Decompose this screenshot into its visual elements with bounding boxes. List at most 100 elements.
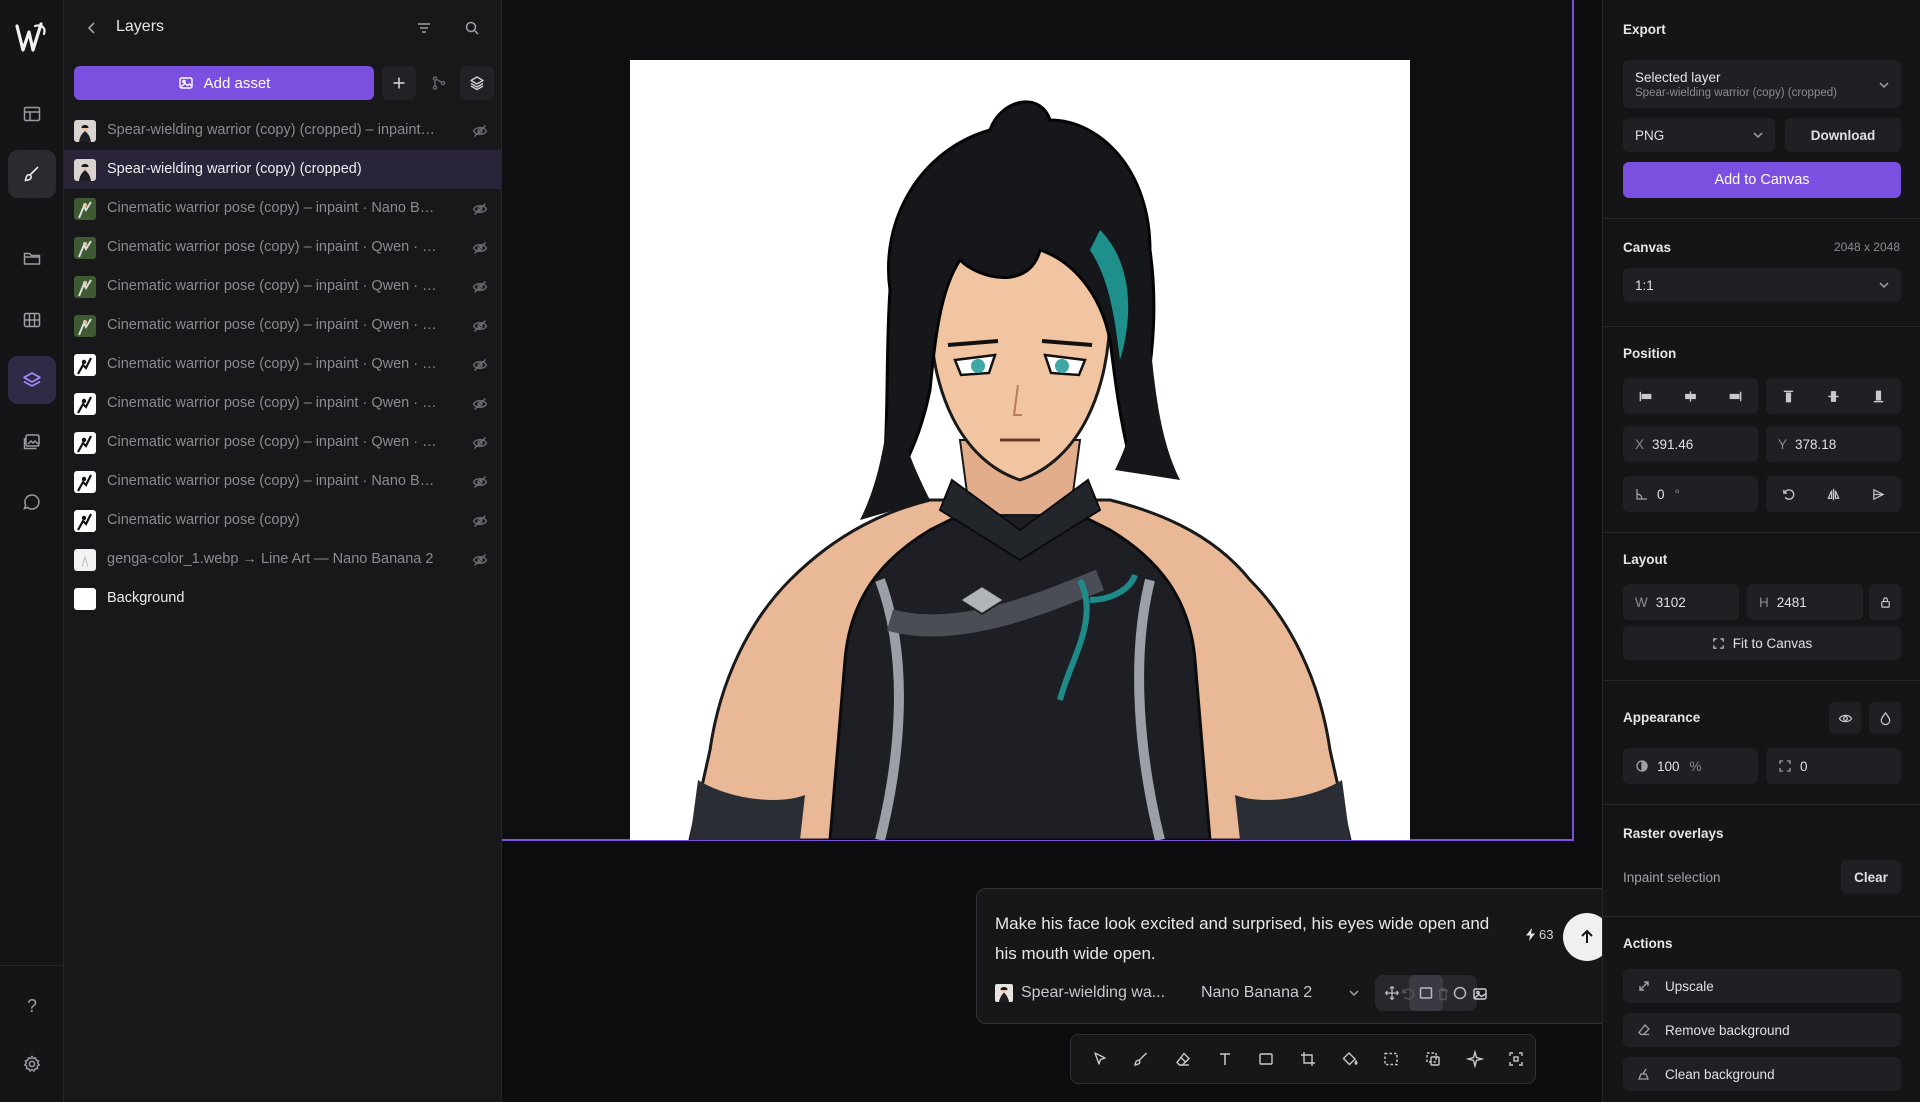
align-right-icon[interactable] — [1721, 381, 1751, 411]
eye-off-icon[interactable] — [472, 396, 488, 412]
flip-horizontal-icon[interactable] — [1819, 479, 1849, 509]
eye-off-icon[interactable] — [472, 435, 488, 451]
layer-row[interactable]: Cinematic warrior pose (copy) – inpaint … — [64, 267, 502, 306]
eye-off-icon[interactable] — [472, 279, 488, 295]
section-divider — [1603, 804, 1920, 805]
back-chevron-icon[interactable] — [80, 16, 104, 40]
layer-row[interactable]: Cinematic warrior pose (copy) – inpaint … — [64, 306, 502, 345]
rectangle-tool-icon[interactable] — [1248, 1040, 1286, 1078]
format-select[interactable]: PNG — [1623, 118, 1775, 152]
visibility-toggle[interactable] — [1829, 702, 1861, 734]
align-left-icon[interactable] — [1631, 381, 1661, 411]
add-asset-button[interactable]: Add asset — [74, 66, 374, 100]
prompt-input[interactable]: Make his face look excited and surprised… — [995, 909, 1515, 969]
credits-counter: 63 — [1525, 927, 1553, 942]
flip-vertical-icon[interactable] — [1864, 479, 1894, 509]
clean-background-button[interactable]: Clean background — [1623, 1057, 1901, 1091]
canvas-image[interactable] — [630, 60, 1410, 840]
align-bottom-icon[interactable] — [1864, 381, 1894, 411]
select-cursor-icon[interactable] — [1081, 1040, 1119, 1078]
align-top-icon[interactable] — [1774, 381, 1804, 411]
remove-background-button[interactable]: Remove background — [1623, 1013, 1901, 1047]
download-button[interactable]: Download — [1785, 118, 1901, 152]
marquee-select-icon[interactable] — [1372, 1040, 1410, 1078]
layer-row[interactable]: Cinematic warrior pose (copy) – inpaint … — [64, 345, 502, 384]
eye-off-icon[interactable] — [472, 318, 488, 334]
add-to-canvas-button[interactable]: Add to Canvas — [1623, 162, 1901, 198]
image-reference-icon[interactable] — [1469, 983, 1491, 1005]
help-glyph: ? — [26, 995, 37, 1016]
bolt-icon — [1526, 928, 1535, 941]
layer-row[interactable]: Cinematic warrior pose (copy) — [64, 501, 502, 540]
eye-off-icon[interactable] — [472, 357, 488, 373]
width-field[interactable]: W 3102 — [1623, 584, 1739, 620]
plus-icon[interactable] — [382, 66, 416, 100]
layer-row[interactable]: Background — [64, 579, 502, 618]
height-field[interactable]: H 2481 — [1747, 584, 1863, 620]
angle-icon — [1636, 489, 1647, 500]
opacity-icon — [1636, 760, 1648, 772]
app-logo-icon[interactable] — [14, 20, 48, 56]
undo-icon[interactable] — [1397, 983, 1419, 1005]
clear-overlay-button[interactable]: Clear — [1841, 860, 1901, 894]
opacity-field[interactable]: 100 % — [1623, 748, 1758, 784]
object-select-icon[interactable] — [1414, 1040, 1452, 1078]
trash-icon[interactable] — [1432, 983, 1454, 1005]
merge-icon[interactable] — [422, 66, 456, 100]
eye-off-icon[interactable] — [472, 201, 488, 217]
layer-name: Cinematic warrior pose (copy) – inpaint … — [107, 317, 437, 333]
brush-tool-icon[interactable] — [1123, 1040, 1161, 1078]
images-icon[interactable] — [8, 418, 56, 466]
crop-icon[interactable] — [1289, 1040, 1327, 1078]
align-middle-v-icon[interactable] — [1819, 381, 1849, 411]
y-position-field[interactable]: Y 378.18 — [1766, 426, 1901, 462]
layer-row[interactable]: Cinematic warrior pose (copy) – inpaint … — [64, 189, 502, 228]
filter-icon[interactable] — [412, 16, 436, 40]
image-add-icon — [178, 77, 193, 89]
canvas-ratio-select[interactable]: 1:1 — [1623, 268, 1901, 302]
layer-row[interactable]: Spear-wielding warrior (copy) (cropped) — [64, 150, 502, 189]
layer-row[interactable]: genga-color_1.webp → Line Art — Nano Ban… — [64, 540, 502, 579]
export-scope-select[interactable]: Selected layer Spear-wielding warrior (c… — [1623, 60, 1901, 108]
layers-icon[interactable] — [8, 356, 56, 404]
grid-icon[interactable] — [8, 296, 56, 344]
align-center-h-icon[interactable] — [1676, 381, 1706, 411]
fit-to-canvas-label: Fit to Canvas — [1732, 635, 1813, 651]
upscale-button[interactable]: Upscale — [1623, 969, 1901, 1003]
folder-icon[interactable] — [8, 234, 56, 282]
layer-row[interactable]: Cinematic warrior pose (copy) – inpaint … — [64, 462, 502, 501]
brush-icon[interactable] — [8, 150, 56, 198]
help-icon[interactable]: ? — [8, 982, 56, 1030]
eye-off-icon[interactable] — [472, 240, 488, 256]
eye-off-icon[interactable] — [472, 123, 488, 139]
settings-icon[interactable] — [8, 1040, 56, 1088]
x-position-field[interactable]: X 391.46 — [1623, 426, 1758, 462]
eraser-icon[interactable] — [1164, 1040, 1202, 1078]
rotation-field[interactable]: 0 ° — [1623, 476, 1758, 512]
model-selector[interactable]: Nano Banana 2 — [1201, 984, 1360, 1002]
magic-wand-icon[interactable] — [1456, 1040, 1494, 1078]
layer-row[interactable]: Cinematic warrior pose (copy) – inpaint … — [64, 423, 502, 462]
eye-off-icon[interactable] — [472, 513, 488, 529]
rotate-ccw-icon[interactable] — [1774, 479, 1804, 509]
blend-toggle[interactable] — [1869, 702, 1901, 734]
eye-off-icon[interactable] — [472, 552, 488, 568]
aspect-lock-button[interactable] — [1869, 584, 1901, 620]
layer-row[interactable]: Cinematic warrior pose (copy) – inpaint … — [64, 384, 502, 423]
layer-thumbnail — [74, 276, 96, 298]
layers-stack-icon[interactable] — [460, 66, 494, 100]
paint-bucket-icon[interactable] — [1331, 1040, 1369, 1078]
reference-layer-selector[interactable]: Spear-wielding wa... — [995, 984, 1165, 1002]
frame-select-icon[interactable] — [1497, 1040, 1535, 1078]
search-icon[interactable] — [460, 16, 484, 40]
layer-row[interactable]: Spear-wielding warrior (copy) (cropped) … — [64, 111, 502, 150]
corner-radius-field[interactable]: 0 — [1766, 748, 1901, 784]
canvas-frame[interactable] — [502, 0, 1574, 841]
chat-icon[interactable] — [8, 478, 56, 526]
layout-icon[interactable] — [8, 90, 56, 138]
layer-row[interactable]: Cinematic warrior pose (copy) – inpaint … — [64, 228, 502, 267]
canvas-stage[interactable]: Make his face look excited and surprised… — [502, 0, 1630, 1102]
fit-to-canvas-button[interactable]: Fit to Canvas — [1623, 626, 1901, 660]
eye-off-icon[interactable] — [472, 474, 488, 490]
text-tool-icon[interactable] — [1206, 1040, 1244, 1078]
